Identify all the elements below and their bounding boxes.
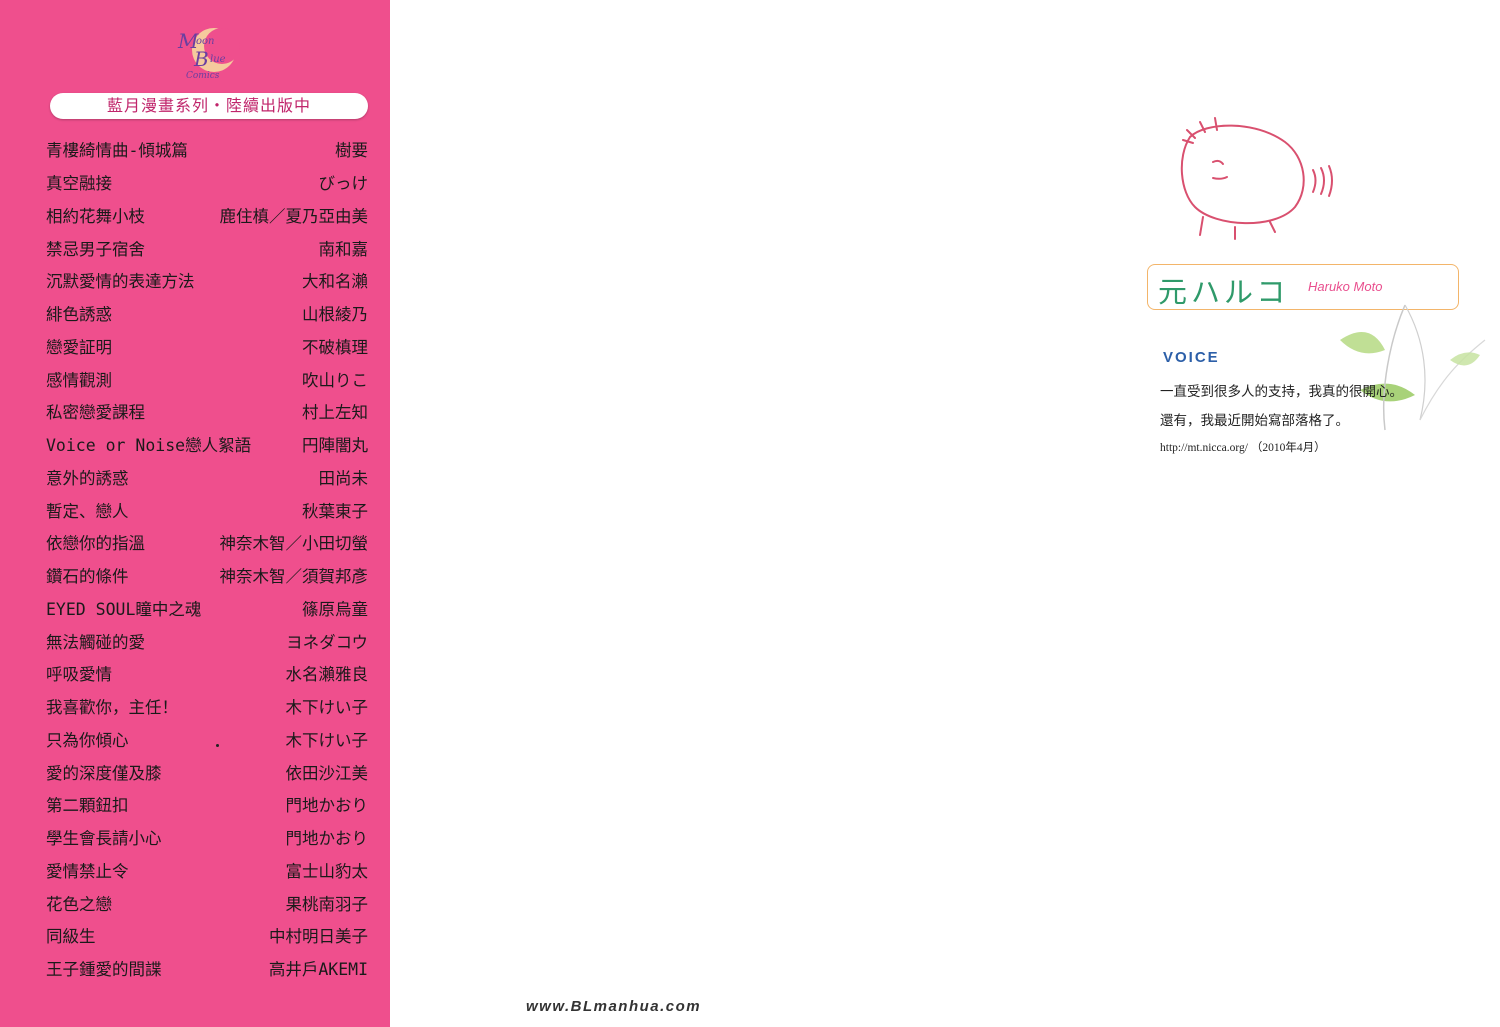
footer-watermark-url: www.BLmanhua.com: [526, 998, 702, 1015]
author-name-japanese: 元ハルコ: [1158, 275, 1290, 309]
book-title: 鑽石的條件: [46, 567, 129, 587]
book-title: 青樓綺情曲-傾城篇: [46, 141, 188, 161]
book-title: 愛情禁止令: [46, 861, 129, 881]
book-title: 暫定、戀人: [46, 501, 129, 521]
list-item: 愛情禁止令 富士山豹太: [46, 854, 368, 887]
book-author: 円陣闇丸: [302, 436, 368, 456]
book-title: 戀愛証明: [46, 337, 112, 357]
book-author: 大和名瀨: [302, 272, 368, 292]
book-author: 中村明日美子: [269, 927, 368, 947]
book-title: 無法觸碰的愛: [46, 632, 145, 652]
book-title: 沉默愛情的表達方法: [46, 272, 195, 292]
book-title: 感情觀測: [46, 370, 112, 390]
list-item: 真空融接 びっけ: [46, 166, 368, 199]
list-item: 感情觀測 吹山りこ: [46, 362, 368, 395]
list-item: EYED SOUL瞳中之魂 篠原烏童: [46, 592, 368, 625]
book-author: 篠原烏童: [302, 599, 368, 619]
list-item: 同級生 中村明日美子: [46, 919, 368, 952]
book-title: Voice or Noise戀人絮語: [46, 436, 252, 456]
ink-speck: [216, 744, 219, 747]
book-author: 神奈木智／小田切螢: [219, 534, 369, 554]
book-author: 高井戶AKEMI: [268, 960, 368, 980]
book-title: 只為你傾心: [46, 730, 129, 750]
book-flap: M oon B lue Comics 藍月漫畫系列・陸續出版中 青樓綺情曲-傾城…: [0, 0, 390, 1027]
list-item: 呼吸愛情 水名瀨雅良: [46, 657, 368, 690]
book-title: EYED SOUL瞳中之魂: [46, 599, 202, 619]
list-item: 王子鍾愛的間諜 高井戶AKEMI: [46, 952, 368, 985]
book-title: 我喜歡你，主任！: [46, 698, 178, 718]
list-item: 依戀你的指溫 神奈木智／小田切螢: [46, 526, 368, 559]
book-title: 王子鍾愛的間諜: [46, 960, 162, 980]
list-item: 愛的深度僅及膝 依田沙江美: [46, 755, 368, 788]
list-item: 第二顆鈕扣 門地かおり: [46, 788, 368, 821]
list-item: Voice or Noise戀人絮語 円陣闇丸: [46, 428, 368, 461]
book-author: 果桃南羽子: [285, 894, 369, 914]
book-author: ヨネダコウ: [286, 632, 368, 652]
book-author: 水名瀨雅良: [285, 665, 369, 685]
book-author: びっけ: [318, 174, 369, 194]
book-author: 田尚未: [318, 468, 369, 488]
list-item: 鑽石的條件 神奈木智／須賀邦彥: [46, 559, 368, 592]
list-item: 相約花舞小枝 鹿住槙／夏乃亞由美: [46, 199, 368, 232]
list-item: 學生會長請小心 門地かおり: [46, 821, 368, 854]
book-title: 緋色誘惑: [46, 305, 112, 325]
book-author: 不破槙理: [302, 337, 368, 357]
book-author: 門地かおり: [285, 796, 369, 816]
voice-text-line: 一直受到很多人的支持，我真的很開心。: [1160, 384, 1403, 400]
book-author: 門地かおり: [285, 829, 369, 849]
book-author: 村上左知: [302, 403, 368, 423]
book-author: 樹要: [335, 141, 368, 161]
book-title: 私密戀愛課程: [46, 403, 145, 423]
list-item: 無法觸碰的愛 ヨネダコウ: [46, 624, 368, 657]
author-self-portrait-doodle: [1180, 117, 1333, 240]
list-item: 暫定、戀人 秋葉東子: [46, 493, 368, 526]
book-author: 神奈木智／須賀邦彥: [219, 567, 369, 587]
book-title: 禁忌男子宿舍: [46, 239, 145, 259]
book-title: 同級生: [46, 927, 96, 947]
book-author: 富士山豹太: [285, 861, 369, 881]
author-name-romaji: Haruko Moto: [1308, 279, 1383, 294]
list-item: 私密戀愛課程 村上左知: [46, 395, 368, 428]
list-item: 緋色誘惑 山根綾乃: [46, 297, 368, 330]
book-author: 吹山りこ: [302, 370, 368, 390]
book-author: 南和嘉: [318, 239, 369, 259]
leaf-flourish-decoration: [1340, 304, 1486, 431]
moon-blue-comics-logo: M oon B lue Comics: [177, 28, 240, 81]
book-author: 秋葉東子: [302, 501, 368, 521]
book-title: 花色之戀: [46, 894, 112, 914]
book-title: 真空融接: [46, 174, 112, 194]
book-title: 意外的誘惑: [46, 468, 129, 488]
book-author: 山根綾乃: [302, 305, 368, 325]
book-title: 依戀你的指溫: [46, 534, 145, 554]
voice-text-line: 還有，我最近開始寫部落格了。: [1160, 413, 1349, 429]
svg-text:lue: lue: [210, 54, 226, 65]
list-item: 青樓綺情曲-傾城篇 樹要: [46, 133, 368, 166]
list-item: 沉默愛情的表達方法 大和名瀨: [46, 264, 368, 297]
list-item: 戀愛証明 不破槙理: [46, 330, 368, 363]
book-title: 學生會長請小心: [46, 829, 162, 849]
svg-text:Comics: Comics: [186, 71, 220, 81]
voice-heading: VOICE: [1163, 349, 1220, 366]
book-list: 青樓綺情曲-傾城篇 樹要 真空融接 びっけ 相約花舞小枝 鹿住槙／夏乃亞由美 禁忌男子…: [46, 133, 368, 985]
book-title: 相約花舞小枝: [46, 206, 145, 226]
list-item: 花色之戀 果桃南羽子: [46, 886, 368, 919]
author-blog-url: http://mt.nicca.org/ （2010年4月）: [1160, 442, 1326, 454]
list-item: 只為你傾心 木下けい子: [46, 723, 368, 756]
list-item: 我喜歡你，主任！ 木下けい子: [46, 690, 368, 723]
book-author: 鹿住槙／夏乃亞由美: [219, 206, 369, 226]
book-author: 依田沙江美: [285, 763, 369, 783]
list-item: 意外的誘惑 田尚未: [46, 461, 368, 494]
book-title: 愛的深度僅及膝: [46, 763, 162, 783]
svg-text:B: B: [193, 47, 209, 71]
book-title: 呼吸愛情: [46, 665, 112, 685]
book-author: 木下けい子: [285, 730, 369, 750]
book-title: 第二顆鈕扣: [46, 796, 129, 816]
svg-text:oon: oon: [196, 36, 214, 47]
book-author: 木下けい子: [285, 698, 369, 718]
list-item: 禁忌男子宿舍 南和嘉: [46, 231, 368, 264]
series-banner: 藍月漫畫系列・陸續出版中: [50, 93, 368, 119]
